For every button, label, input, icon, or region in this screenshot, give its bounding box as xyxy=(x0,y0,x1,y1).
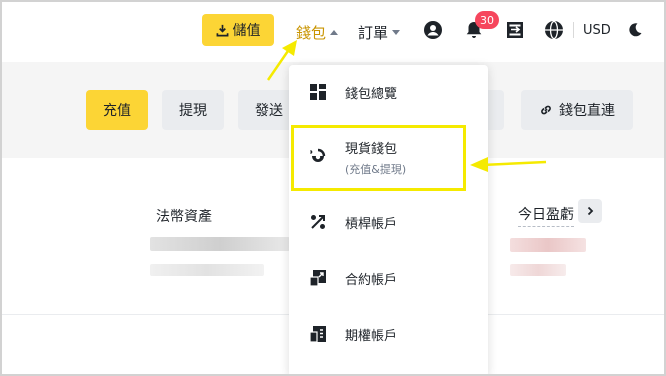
chevron-right-icon xyxy=(587,206,594,216)
menu-item-options-account[interactable]: 期權帳戶 xyxy=(289,309,488,359)
wallet-connect-button[interactable]: 錢包直連 xyxy=(521,90,633,130)
header-divider xyxy=(573,22,574,38)
wallet-dropdown-menu: 錢包總覽 現貨錢包 (充值&提現) 槓桿帳戶 合約帳戶 期權帳戶 xyxy=(289,65,488,374)
blurred-pnl-percent xyxy=(510,264,566,276)
annotation-arrow-icon xyxy=(470,157,547,172)
send-button-label: 發送 xyxy=(255,103,283,119)
download-icon xyxy=(216,24,228,36)
caret-up-icon xyxy=(330,30,339,35)
fiat-assets-label: 法幣資產 xyxy=(156,209,212,225)
deposit-button-label: 充值 xyxy=(103,103,131,119)
blurred-balance xyxy=(150,237,290,251)
deposit-button[interactable]: 充值 xyxy=(86,90,148,130)
dark-mode-moon-icon[interactable] xyxy=(627,22,643,38)
currency-selector[interactable]: USD xyxy=(583,23,611,38)
download-app-icon[interactable] xyxy=(505,20,525,40)
nav-orders-menu[interactable]: 訂單 xyxy=(358,22,401,43)
menu-item-label: 槓桿帳戶 xyxy=(345,216,398,232)
menu-item-futures-account[interactable]: 合約帳戶 xyxy=(289,253,488,303)
pnl-detail-button[interactable] xyxy=(578,199,602,223)
annotation-arrow-icon xyxy=(266,40,297,81)
blurred-balance-secondary xyxy=(150,264,264,276)
menu-item-margin-account[interactable]: 槓桿帳戶 xyxy=(289,197,488,247)
wallet-connect-label: 錢包直連 xyxy=(559,103,615,119)
caret-down-icon xyxy=(392,30,401,35)
menu-item-label: 期權帳戶 xyxy=(345,328,398,344)
page: 儲值 錢包 訂單 30 USD 充值 提現 發送 錢包直連 法幣資產 今日盈虧 … xyxy=(2,2,664,374)
user-profile-icon[interactable] xyxy=(423,20,443,40)
link-icon xyxy=(541,105,551,115)
blurred-pnl-value xyxy=(510,238,586,252)
menu-item-label: 合約帳戶 xyxy=(345,272,398,288)
dashboard-icon xyxy=(310,84,326,100)
menu-item-label: 錢包總覽 xyxy=(345,86,398,102)
notification-badge: 30 xyxy=(475,11,499,29)
today-pnl-label[interactable]: 今日盈虧 xyxy=(518,204,574,227)
options-icon xyxy=(309,326,326,343)
withdraw-button[interactable]: 提現 xyxy=(162,90,224,130)
highlight-box xyxy=(291,125,466,191)
withdraw-button-label: 提現 xyxy=(179,103,207,119)
language-globe-icon[interactable] xyxy=(544,20,564,40)
nav-orders-label: 訂單 xyxy=(358,24,389,42)
margin-icon xyxy=(311,215,325,229)
top-navbar: 儲值 錢包 訂單 30 USD xyxy=(2,2,664,62)
futures-icon xyxy=(309,270,326,287)
menu-item-wallet-overview[interactable]: 錢包總覽 xyxy=(289,67,488,117)
header-deposit-label: 儲值 xyxy=(232,23,261,39)
